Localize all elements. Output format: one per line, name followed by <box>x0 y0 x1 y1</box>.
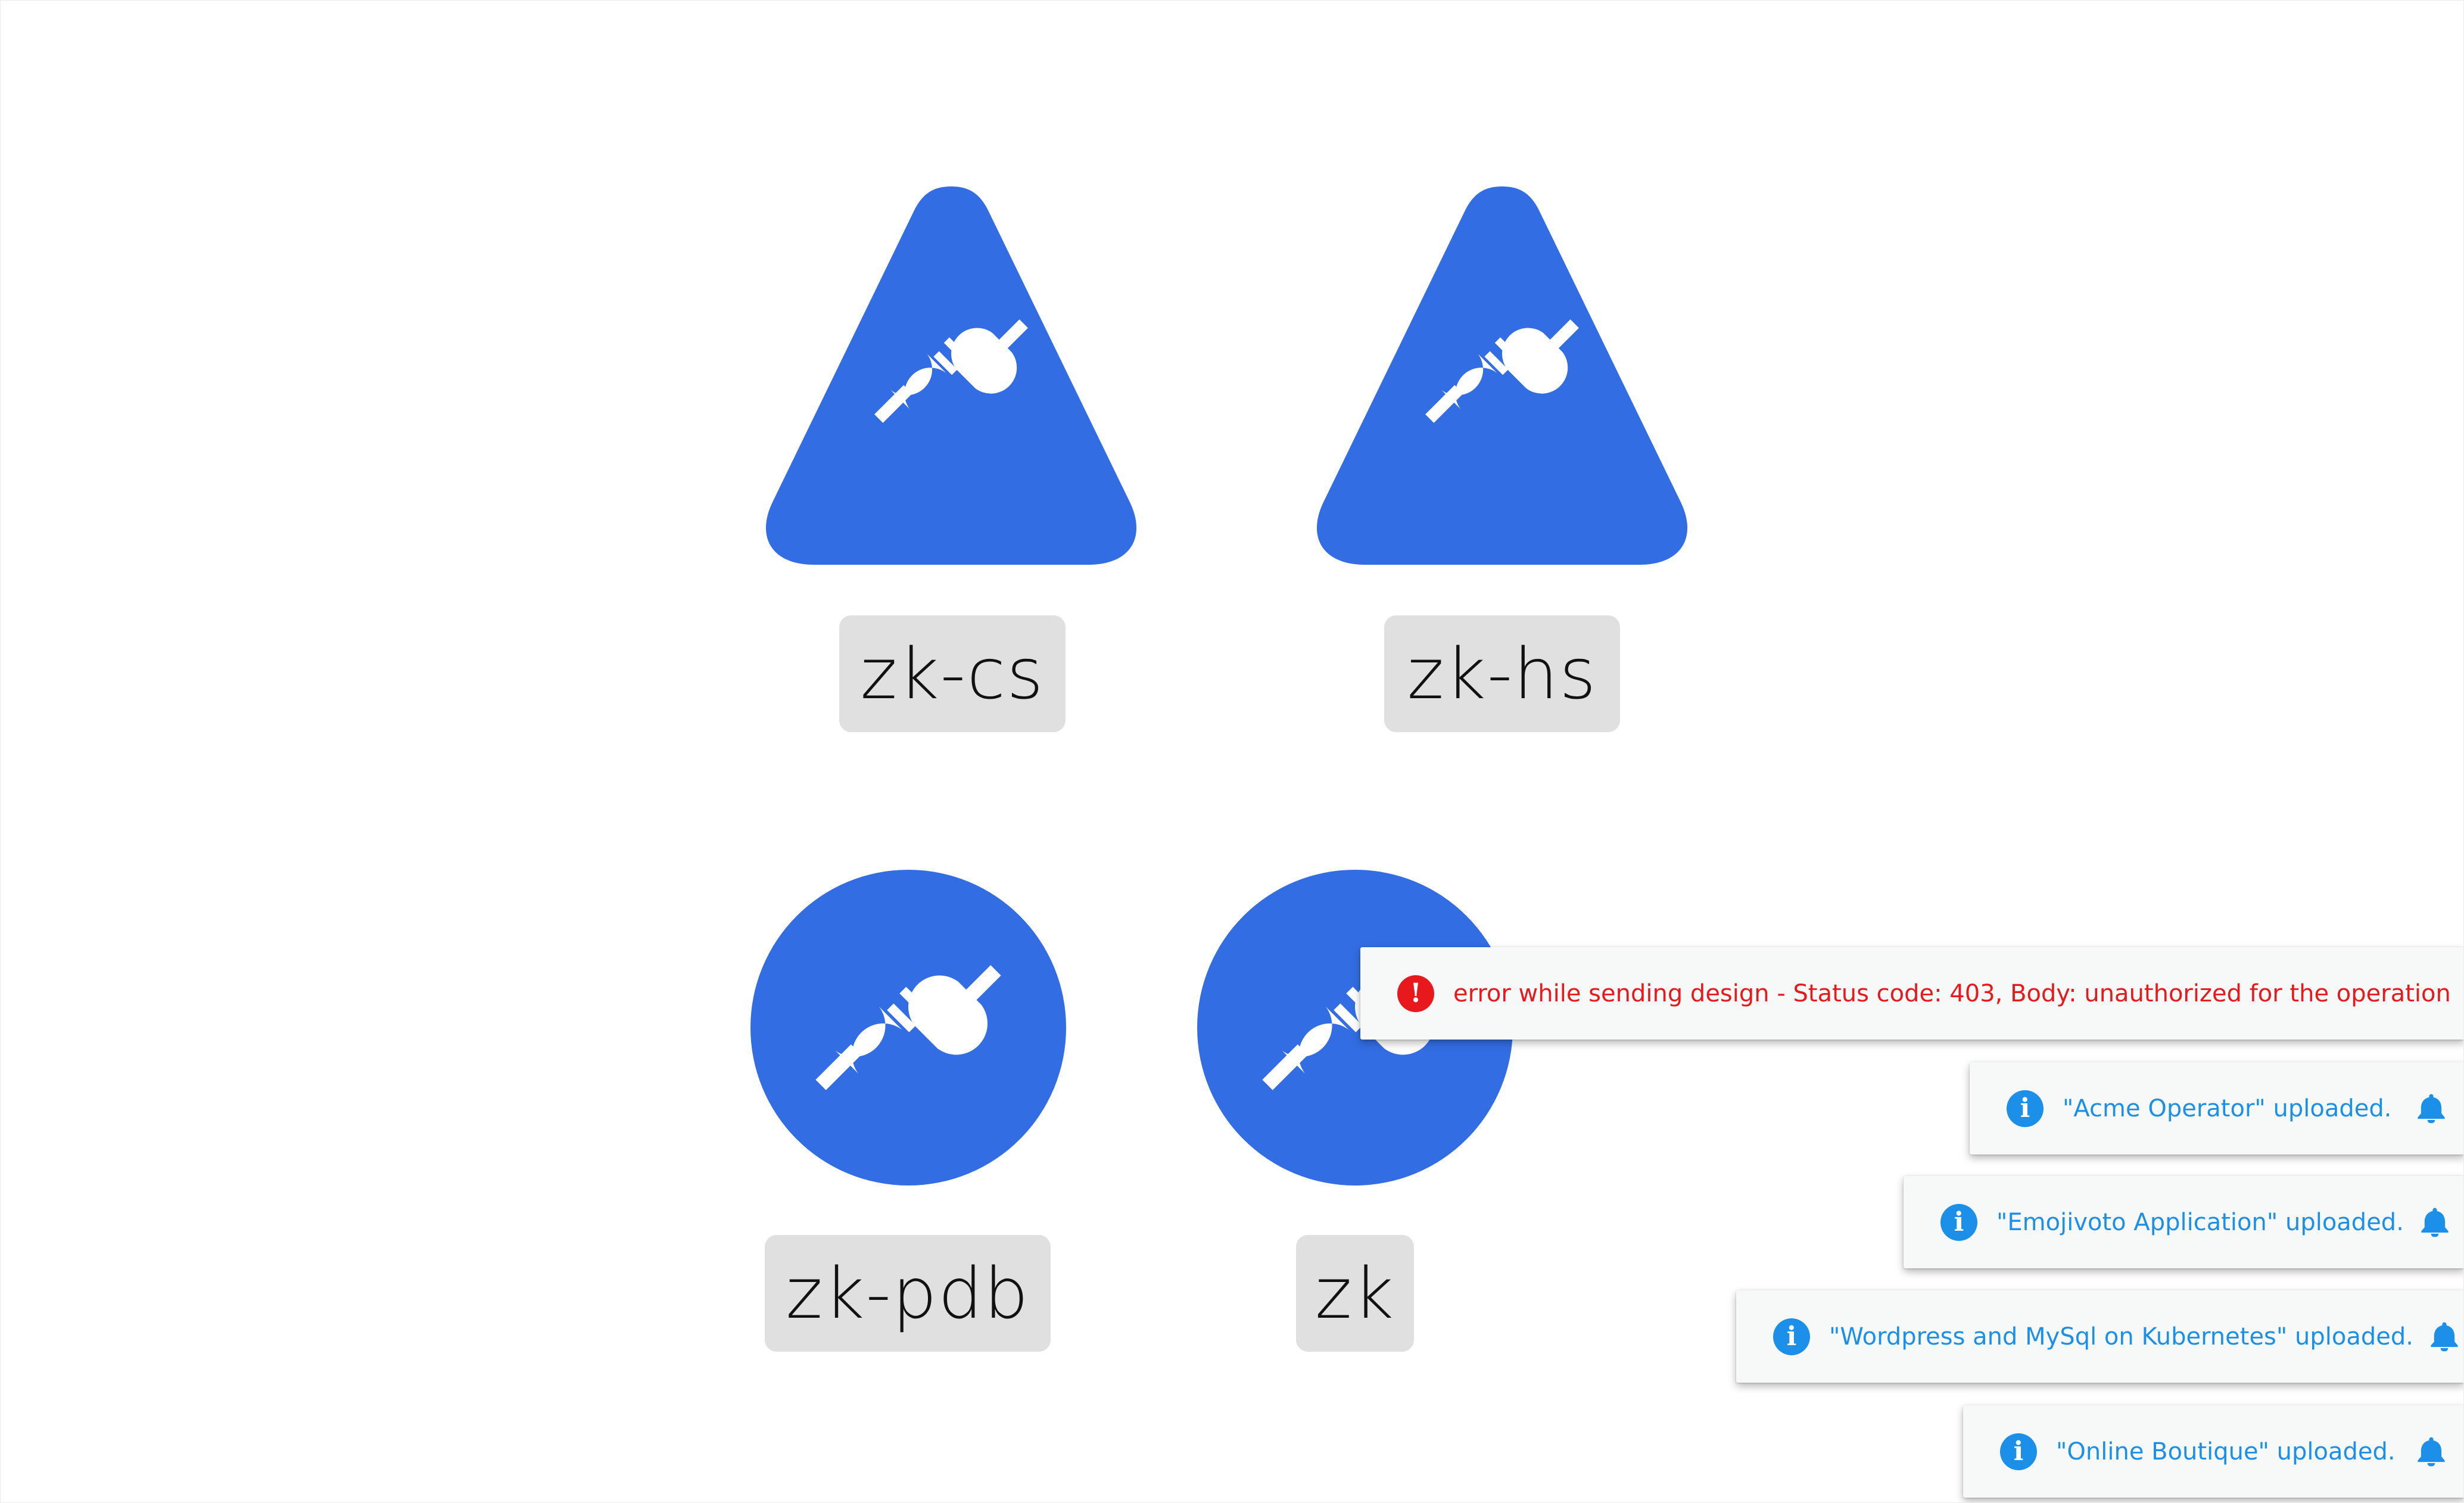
bell-icon[interactable] <box>2415 1435 2448 1468</box>
node-label-zk-cs[interactable]: zk-cs <box>839 615 1066 732</box>
notification-message: "Acme Operator" uploaded. <box>2063 1094 2392 1122</box>
notification-message: "Emojivoto Application" uploaded. <box>1996 1208 2404 1236</box>
node-label-zk-hs[interactable]: zk-hs <box>1384 615 1620 732</box>
bell-icon[interactable] <box>2415 1092 2448 1125</box>
bell-icon[interactable] <box>2418 1206 2451 1239</box>
node-label-zk-pdb[interactable]: zk-pdb <box>765 1235 1051 1352</box>
info-circle-icon: i <box>1773 1318 1810 1355</box>
exclamation-circle-icon: ! <box>1397 975 1434 1012</box>
info-circle-icon: i <box>2007 1090 2044 1127</box>
triangle-node-shape <box>1316 186 1688 565</box>
node-label-zk[interactable]: zk <box>1296 1235 1414 1352</box>
design-canvas[interactable]: zk-cs zk-hs zk-pdb zk ! error while send… <box>0 0 2464 1503</box>
notification-info[interactable]: i "Wordpress and MySql on Kubernetes" up… <box>1736 1290 2463 1383</box>
circle-node-shape <box>750 870 1066 1185</box>
notification-error[interactable]: ! error while sending design - Status co… <box>1360 947 2463 1040</box>
notification-message: error while sending design - Status code… <box>1453 979 2451 1007</box>
notification-info[interactable]: i "Online Boutique" uploaded. <box>1963 1405 2463 1498</box>
info-circle-icon: i <box>1940 1203 1977 1241</box>
notification-message: "Wordpress and MySql on Kubernetes" uplo… <box>1829 1322 2413 1350</box>
notification-message: "Online Boutique" uploaded. <box>2056 1437 2396 1465</box>
service-node-zk-hs[interactable] <box>1312 186 1693 568</box>
service-node-zk-pdb[interactable] <box>750 870 1066 1185</box>
bell-icon[interactable] <box>2428 1320 2461 1353</box>
triangle-node-shape <box>765 186 1137 565</box>
notification-info[interactable]: i "Acme Operator" uploaded. <box>1970 1062 2463 1155</box>
notification-info[interactable]: i "Emojivoto Application" uploaded. <box>1904 1176 2463 1268</box>
service-node-zk-cs[interactable] <box>761 186 1142 568</box>
info-circle-icon: i <box>2000 1433 2037 1470</box>
